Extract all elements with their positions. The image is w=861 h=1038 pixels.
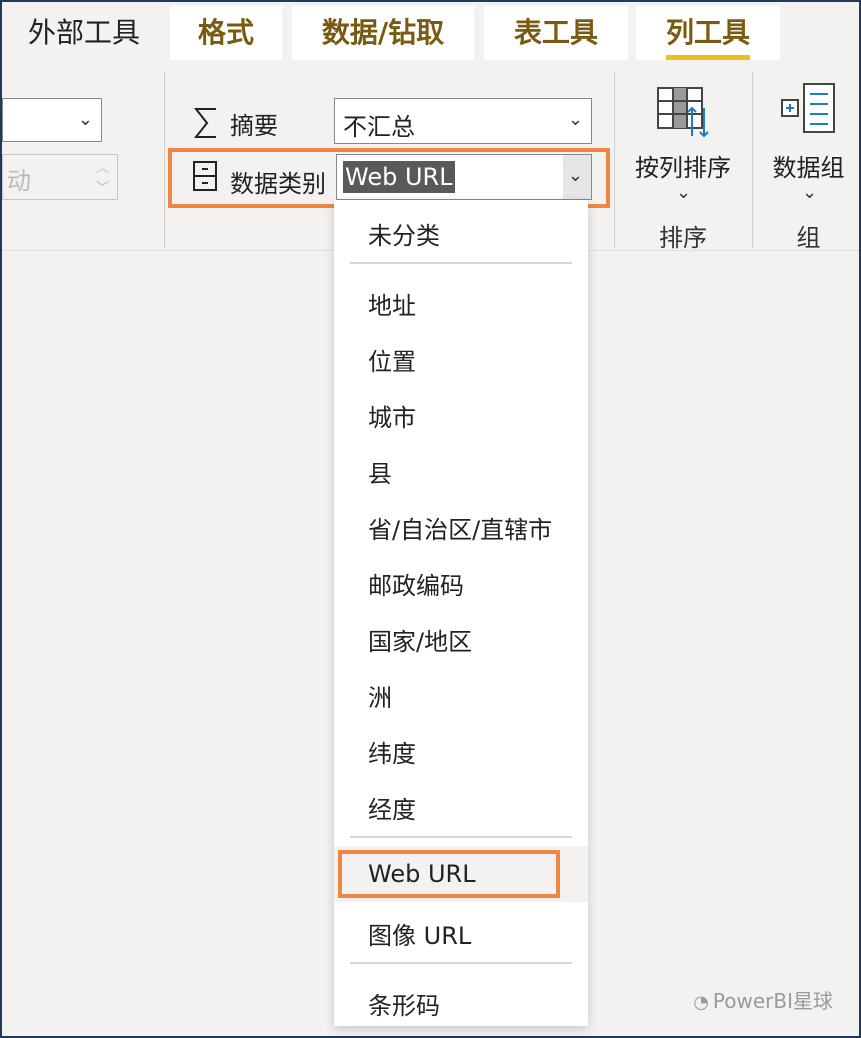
- data-category-icon: [193, 161, 217, 191]
- list-item-county[interactable]: 县: [368, 454, 392, 489]
- chevron-down-icon: ⌄: [802, 182, 818, 203]
- data-category-dropdown[interactable]: Web URL ⌄: [336, 154, 592, 200]
- chevron-down-icon: ⌄: [567, 109, 583, 130]
- tab-table-tools[interactable]: 表工具: [484, 6, 628, 60]
- tab-data-drill[interactable]: 数据/钻取: [292, 6, 474, 60]
- list-item-address[interactable]: 地址: [368, 286, 416, 321]
- list-item-state[interactable]: 省/自治区/直辖市: [368, 510, 552, 545]
- tab-column-tools-label: 列工具: [665, 16, 750, 49]
- group-group-label: 组: [796, 224, 821, 252]
- wechat-icon: ◔: [693, 992, 709, 1013]
- list-item-postal-code[interactable]: 邮政编码: [368, 566, 464, 601]
- group-separator: [614, 72, 615, 248]
- list-item-country[interactable]: 国家/地区: [368, 622, 472, 657]
- sort-by-column-label: 按列排序: [635, 154, 731, 182]
- list-item-city[interactable]: 城市: [368, 398, 416, 433]
- web-url-highlight: [338, 850, 560, 898]
- decimal-places-spinner[interactable]: 动 ︿ ﹀: [2, 154, 118, 200]
- list-item-image-url[interactable]: 图像 URL: [368, 916, 471, 951]
- list-item-place[interactable]: 位置: [368, 342, 416, 377]
- sigma-icon: [193, 108, 216, 138]
- tab-column-tools[interactable]: 列工具: [636, 6, 780, 60]
- data-category-value: Web URL: [343, 161, 455, 193]
- group-separator: [752, 72, 753, 248]
- list-item-longitude[interactable]: 经度: [368, 790, 416, 825]
- ribbon-tabs: 外部工具 格式 数据/钻取 表工具 列工具: [2, 2, 859, 62]
- summary-value: 不汇总: [343, 113, 415, 141]
- data-category-label: 数据类别: [230, 170, 326, 198]
- active-tab-underline: [666, 55, 750, 60]
- sort-by-column-icon: [657, 87, 709, 138]
- watermark-text: PowerBI星球: [712, 989, 833, 1013]
- list-item-barcode[interactable]: 条形码: [368, 986, 440, 1021]
- data-groups-label: 数据组: [772, 154, 845, 182]
- list-item-continent[interactable]: 洲: [368, 678, 392, 713]
- data-category-list: 未分类 地址 位置 城市 县 省/自治区/直辖市 邮政编码 国家/地区 洲 纬度…: [334, 200, 588, 1026]
- list-separator: [350, 962, 572, 964]
- watermark: ◔ PowerBI星球: [693, 985, 833, 1014]
- spin-up-icon[interactable]: ︿: [96, 157, 109, 176]
- dropdown-button[interactable]: ⌄: [563, 155, 591, 199]
- tab-external-tools[interactable]: 外部工具: [2, 6, 166, 60]
- sort-group-label: 排序: [659, 224, 707, 252]
- list-item-latitude[interactable]: 纬度: [368, 734, 416, 769]
- list-separator: [350, 836, 572, 838]
- list-separator: [350, 262, 572, 264]
- chevron-down-icon: ⌄: [567, 165, 583, 186]
- spinner-value: 动: [7, 167, 31, 195]
- chevron-down-icon: ⌄: [77, 109, 93, 130]
- summary-dropdown[interactable]: 不汇总 ⌄: [334, 98, 592, 144]
- sort-by-column-button[interactable]: 按列排序 ⌄: [622, 72, 744, 212]
- summary-label: 摘要: [230, 112, 278, 140]
- chevron-down-icon: ⌄: [676, 182, 692, 203]
- spin-down-icon[interactable]: ﹀: [96, 177, 109, 196]
- tab-format[interactable]: 格式: [170, 6, 282, 60]
- app-window: 外部工具 格式 数据/钻取 表工具 列工具 ⌄ 动 ︿ ﹀ 摘要 不汇总 ⌄ 数…: [0, 0, 861, 1038]
- format-dropdown[interactable]: ⌄: [2, 98, 102, 142]
- group-separator: [164, 72, 165, 248]
- data-groups-button[interactable]: 数据组 ⌄: [758, 72, 859, 212]
- list-item-uncategorized[interactable]: 未分类: [368, 216, 440, 251]
- data-groups-icon: [781, 83, 835, 133]
